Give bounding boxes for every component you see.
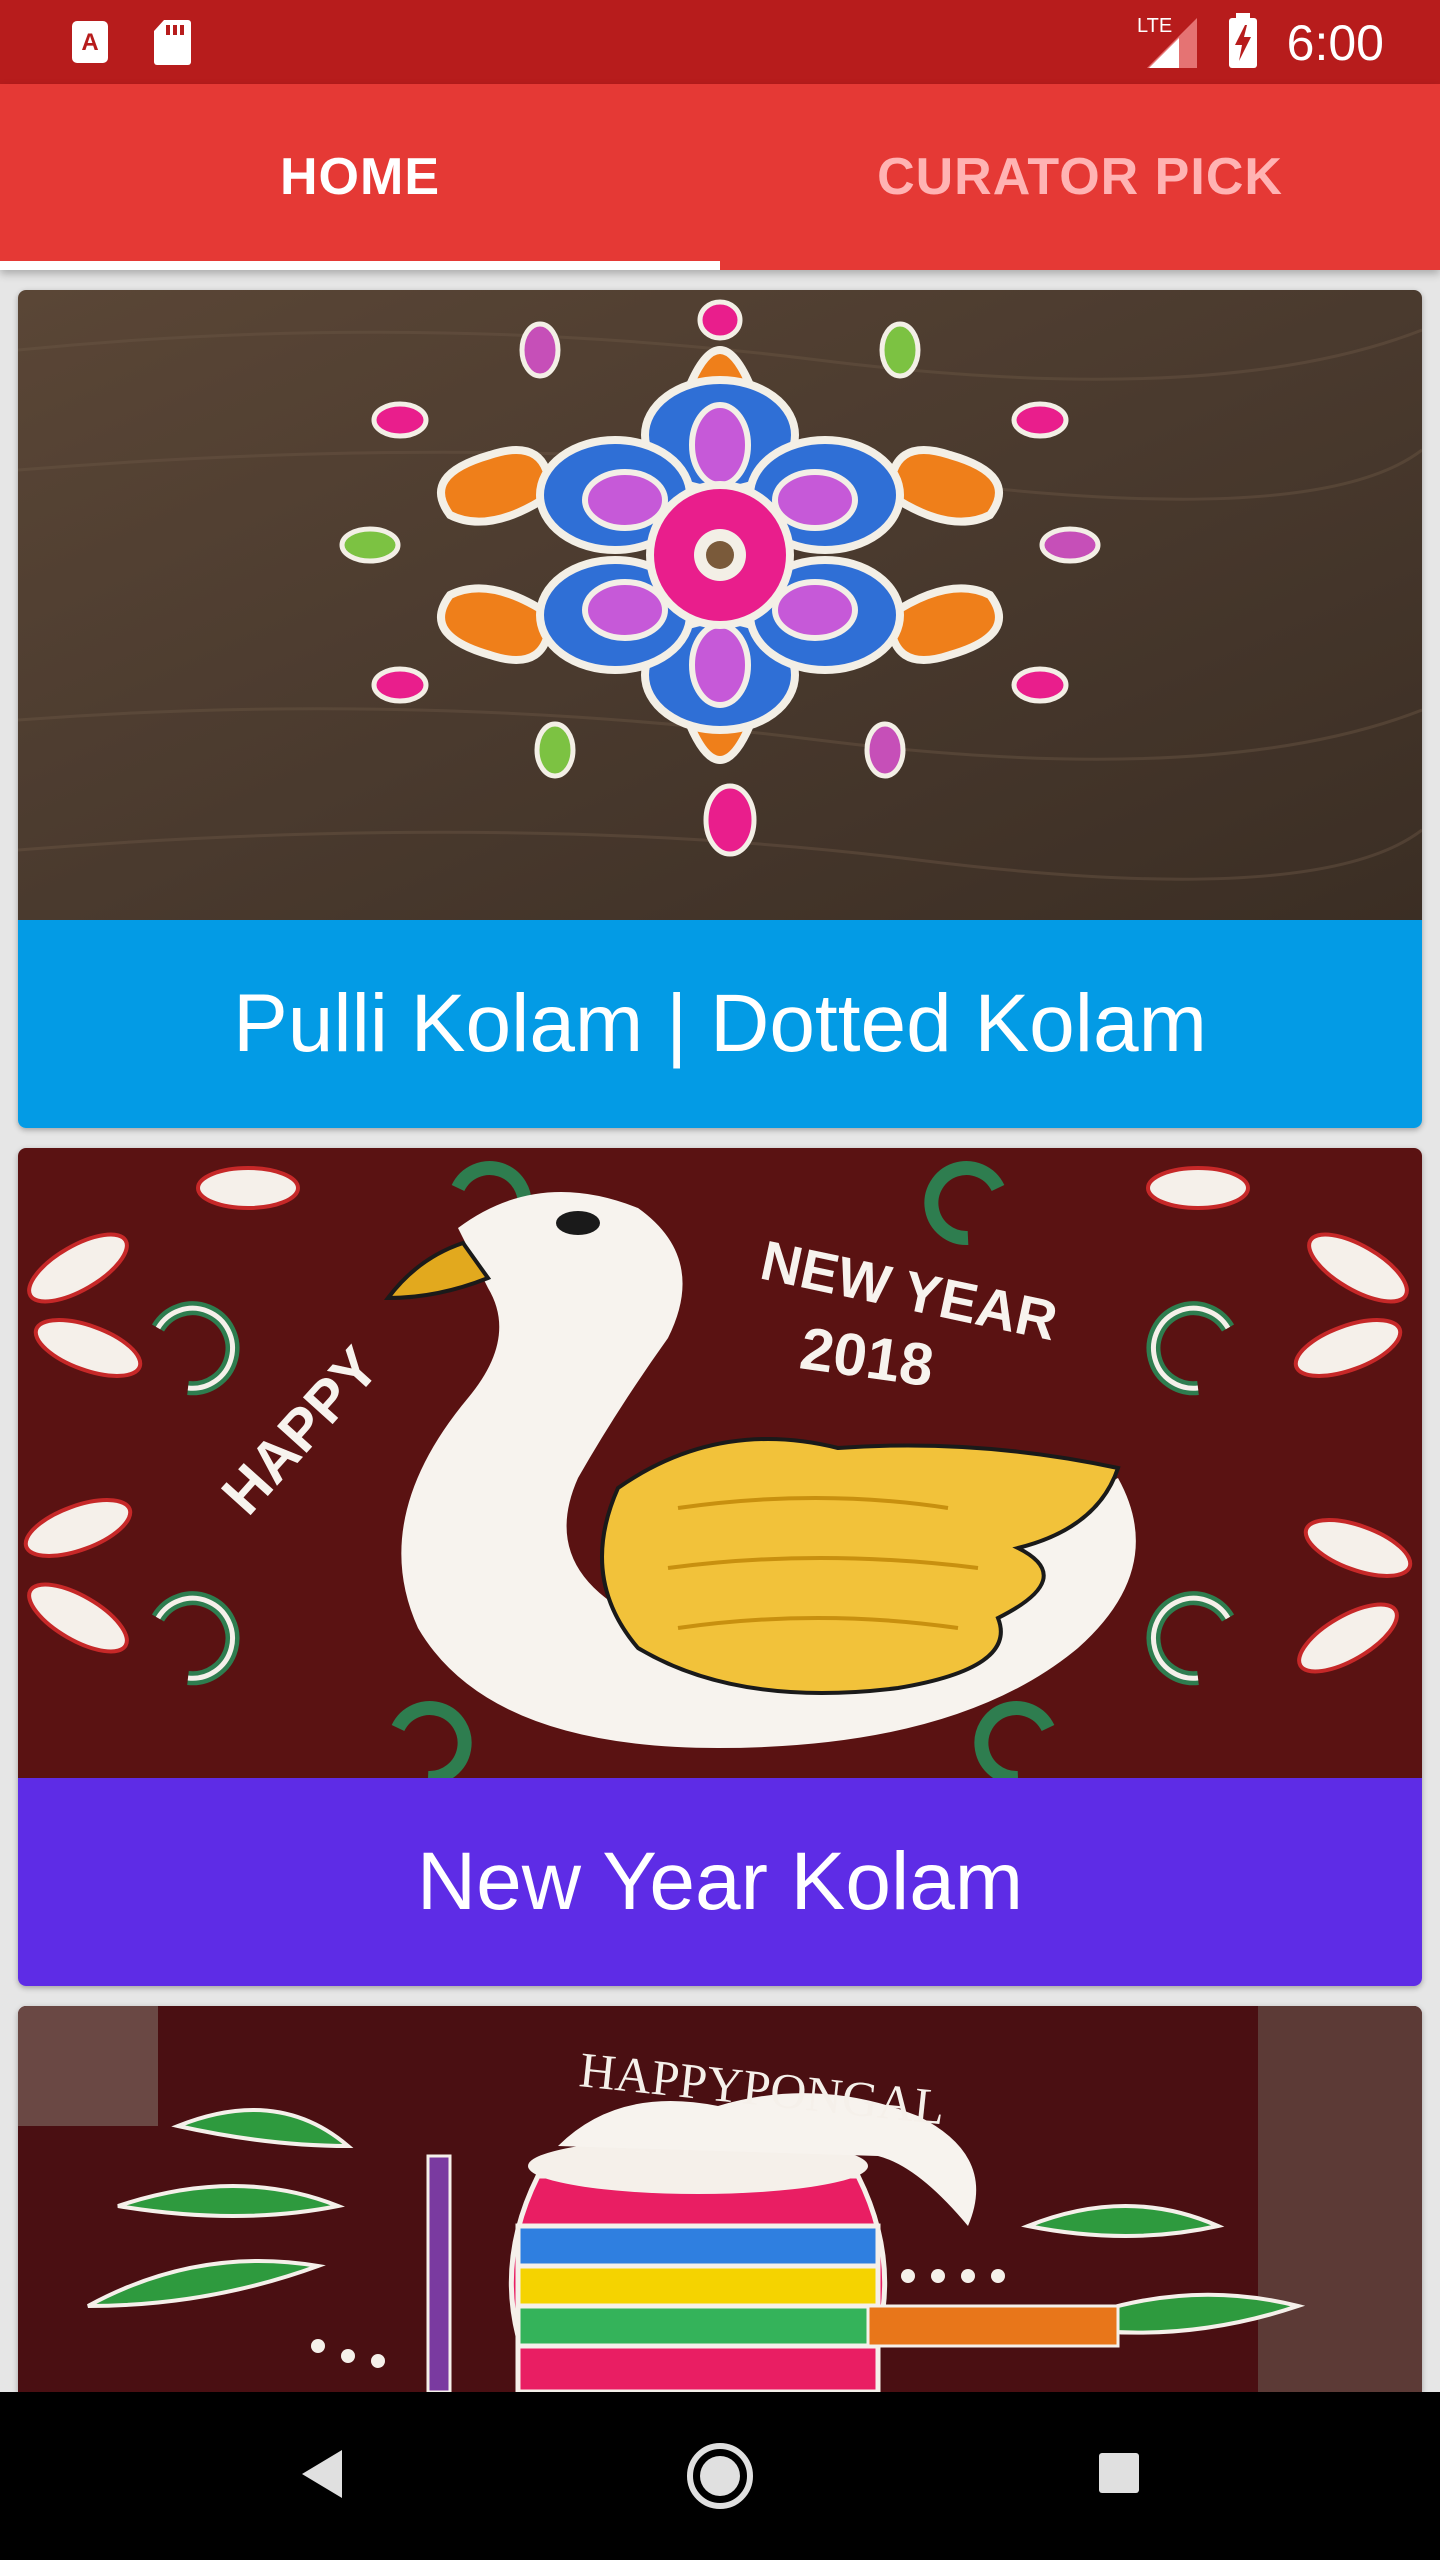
pongal-kolam-image: HAPPYPONGAL xyxy=(18,2006,1422,2392)
app-notification-icon: A xyxy=(70,19,110,69)
tab-bar: HOME CURATOR PICK xyxy=(0,84,1440,270)
card-title: New Year Kolam xyxy=(18,1778,1422,1986)
status-bar: A LTE 6:00 xyxy=(0,0,1440,84)
signal-icon: LTE xyxy=(1135,12,1199,74)
system-navigation-bar xyxy=(0,2392,1440,2560)
pulli-kolam-image xyxy=(18,290,1422,920)
category-card-pongal-kolam[interactable]: HAPPYPONGAL xyxy=(18,2006,1422,2392)
tab-curator-pick[interactable]: CURATOR PICK xyxy=(720,84,1440,270)
tab-home[interactable]: HOME xyxy=(0,84,720,270)
clock: 6:00 xyxy=(1286,15,1384,71)
back-icon[interactable] xyxy=(298,2446,346,2506)
sd-card-icon xyxy=(152,18,192,70)
category-card-new-year-kolam[interactable]: HAPPY NEW YEAR 2018 New Year Kolam xyxy=(18,1148,1422,1986)
svg-text:A: A xyxy=(81,29,98,56)
new-year-kolam-image: HAPPY NEW YEAR 2018 xyxy=(18,1148,1422,1778)
selected-tab-indicator xyxy=(0,261,720,270)
network-type-label: LTE xyxy=(1137,15,1172,37)
category-card-pulli-kolam[interactable]: Pulli Kolam | Dotted Kolam xyxy=(18,290,1422,1128)
battery-charging-icon xyxy=(1227,13,1259,73)
home-icon[interactable] xyxy=(686,2442,754,2514)
card-title: Pulli Kolam | Dotted Kolam xyxy=(18,920,1422,1128)
recents-icon[interactable] xyxy=(1096,2450,1142,2500)
